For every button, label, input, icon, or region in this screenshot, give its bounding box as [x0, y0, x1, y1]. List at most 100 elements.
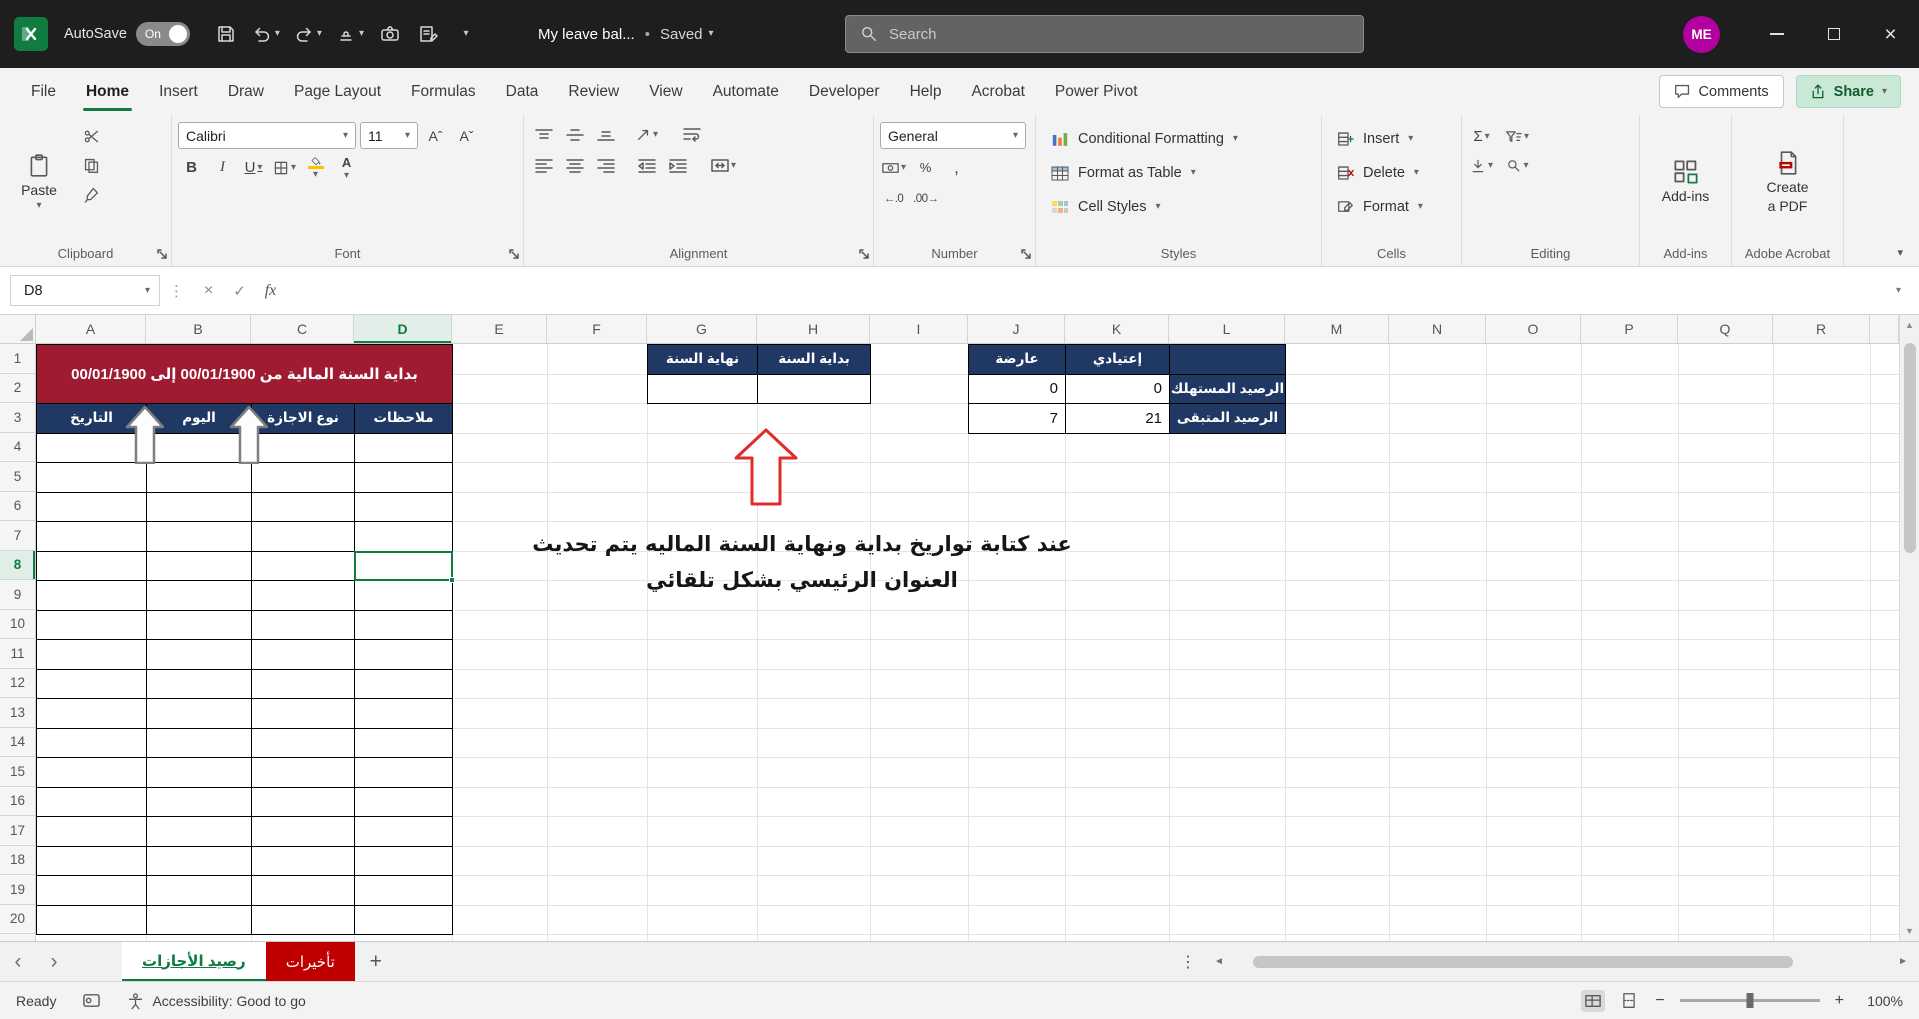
- insert-function-button[interactable]: fx: [255, 275, 286, 306]
- cell[interactable]: 0: [1066, 374, 1170, 404]
- cell[interactable]: [37, 846, 147, 876]
- cell[interactable]: [252, 846, 355, 876]
- bold-button[interactable]: B: [178, 155, 205, 180]
- cell[interactable]: [355, 610, 453, 640]
- cell[interactable]: ملاحظات: [355, 404, 453, 434]
- cell[interactable]: [147, 787, 252, 817]
- number-dialog-launcher[interactable]: [1020, 248, 1032, 260]
- row-header-3[interactable]: 3: [0, 403, 35, 433]
- cell[interactable]: [37, 699, 147, 729]
- cell[interactable]: [252, 905, 355, 935]
- increase-decimal-button[interactable]: ←.0: [880, 186, 907, 211]
- decrease-font-button[interactable]: Aˇ: [453, 123, 480, 148]
- ribbon-tab-home[interactable]: Home: [71, 68, 144, 115]
- ribbon-tab-help[interactable]: Help: [895, 68, 957, 115]
- column-header-R[interactable]: R: [1773, 315, 1870, 343]
- ribbon-tab-formulas[interactable]: Formulas: [396, 68, 491, 115]
- conditional-formatting-button[interactable]: Conditional Formatting ▾: [1042, 122, 1315, 156]
- cell[interactable]: الرصيد المتبقى: [1170, 404, 1286, 434]
- cell-styles-button[interactable]: Cell Styles ▾: [1042, 190, 1315, 224]
- cell[interactable]: [355, 846, 453, 876]
- cell[interactable]: الرصيد المستهلك: [1170, 374, 1286, 404]
- cell[interactable]: [37, 610, 147, 640]
- cell[interactable]: [37, 787, 147, 817]
- name-box-resizer[interactable]: ⋮: [160, 282, 193, 300]
- scroll-down-button[interactable]: ▼: [1900, 921, 1919, 941]
- excel-logo-icon[interactable]: [14, 17, 48, 51]
- cell[interactable]: [37, 728, 147, 758]
- cell[interactable]: [37, 669, 147, 699]
- format-painter-button[interactable]: [78, 182, 105, 207]
- cell[interactable]: [37, 522, 147, 552]
- cell[interactable]: [37, 876, 147, 906]
- row-header-7[interactable]: 7: [0, 521, 35, 551]
- column-header-K[interactable]: K: [1065, 315, 1169, 343]
- cell[interactable]: [147, 758, 252, 788]
- ribbon-tab-data[interactable]: Data: [491, 68, 554, 115]
- collapse-ribbon-button[interactable]: ▾: [1897, 246, 1903, 259]
- cell[interactable]: [147, 817, 252, 847]
- ribbon-tab-review[interactable]: Review: [553, 68, 634, 115]
- cell[interactable]: [252, 492, 355, 522]
- accessibility-status[interactable]: Accessibility: Good to go: [127, 992, 306, 1010]
- save-button[interactable]: [210, 17, 242, 51]
- horizontal-scroll-track[interactable]: [1231, 955, 1891, 969]
- row-header-2[interactable]: 2: [0, 374, 35, 403]
- column-header-B[interactable]: B: [146, 315, 251, 343]
- cell[interactable]: [147, 610, 252, 640]
- cell[interactable]: [1170, 345, 1286, 375]
- increase-indent-button[interactable]: [664, 153, 691, 178]
- cell[interactable]: [147, 492, 252, 522]
- column-header-I[interactable]: I: [870, 315, 968, 343]
- redo-dropdown[interactable]: ▾: [317, 29, 322, 39]
- cell[interactable]: 0: [969, 374, 1066, 404]
- sheet-nav-left[interactable]: ‹: [0, 942, 36, 981]
- ribbon-tab-acrobat[interactable]: Acrobat: [956, 68, 1039, 115]
- comments-button[interactable]: Comments: [1658, 75, 1784, 108]
- cell[interactable]: [147, 846, 252, 876]
- row-header-11[interactable]: 11: [0, 639, 35, 669]
- cell[interactable]: [147, 669, 252, 699]
- cell[interactable]: [355, 463, 453, 493]
- redo-button[interactable]: ▾: [290, 17, 326, 51]
- vertical-scrollbar[interactable]: ▲ ▼: [1899, 315, 1919, 941]
- cell[interactable]: [252, 728, 355, 758]
- share-dropdown[interactable]: ▾: [1882, 86, 1887, 97]
- sheet-tab-2[interactable]: تأخيرات: [265, 942, 355, 981]
- column-header-E[interactable]: E: [452, 315, 547, 343]
- close-button[interactable]: ×: [1862, 0, 1919, 68]
- ribbon-tab-view[interactable]: View: [634, 68, 697, 115]
- cell[interactable]: [355, 492, 453, 522]
- format-as-table-button[interactable]: Format as Table ▾: [1042, 156, 1315, 190]
- cell[interactable]: [355, 699, 453, 729]
- column-header-G[interactable]: G: [647, 315, 757, 343]
- ribbon-tab-insert[interactable]: Insert: [144, 68, 213, 115]
- name-box[interactable]: D8 ▾: [10, 275, 160, 306]
- column-header-Q[interactable]: Q: [1678, 315, 1773, 343]
- borders-button[interactable]: ▾: [271, 155, 298, 180]
- cell[interactable]: [355, 669, 453, 699]
- row-header-15[interactable]: 15: [0, 757, 35, 787]
- stamp-dropdown[interactable]: ▾: [359, 29, 364, 39]
- cell[interactable]: [252, 581, 355, 611]
- zoom-out-button[interactable]: −: [1655, 992, 1664, 1010]
- insert-cells-button[interactable]: Insert ▾: [1328, 122, 1455, 156]
- sheet-options-icon[interactable]: ⋮: [1173, 942, 1203, 981]
- sheet-tab-1[interactable]: رصيد الأجازات: [122, 942, 266, 981]
- cell[interactable]: [355, 817, 453, 847]
- cell[interactable]: [147, 640, 252, 670]
- save-status[interactable]: Saved ▾: [660, 26, 714, 43]
- font-name-select[interactable]: Calibri ▾: [178, 122, 356, 149]
- cell[interactable]: [355, 581, 453, 611]
- cell[interactable]: [37, 905, 147, 935]
- accounting-format-button[interactable]: ▾: [880, 155, 908, 180]
- row-header-9[interactable]: 9: [0, 580, 35, 610]
- cell[interactable]: [147, 522, 252, 552]
- cell[interactable]: [648, 374, 758, 404]
- row-header-19[interactable]: 19: [0, 875, 35, 905]
- scroll-right-button[interactable]: ►: [1891, 956, 1915, 967]
- align-top-button[interactable]: [530, 122, 557, 147]
- cell[interactable]: 21: [1066, 404, 1170, 434]
- qat-customize-button[interactable]: ▾: [450, 17, 482, 51]
- paste-button[interactable]: Paste ▾: [6, 122, 72, 241]
